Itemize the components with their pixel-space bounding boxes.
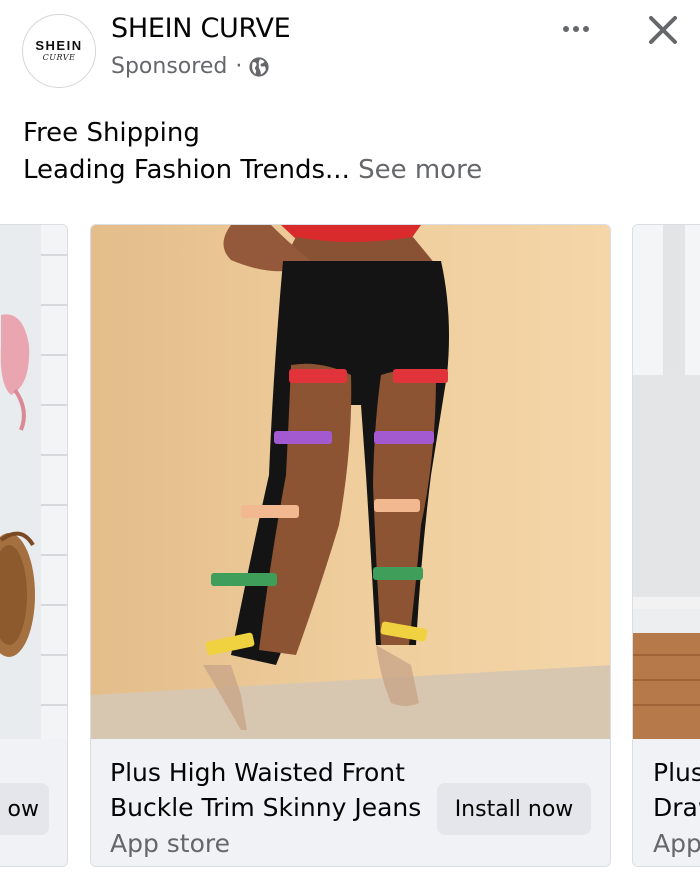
install-now-button[interactable]: Install now <box>437 783 591 835</box>
page-avatar[interactable]: SHEIN CURVE <box>22 14 96 88</box>
more-dot <box>583 26 589 32</box>
product-title-line-1[interactable]: Plus High Waisted Front <box>110 758 405 787</box>
store-label: App store <box>110 829 231 858</box>
product-photo-jeans <box>91 225 610 739</box>
more-options-icon[interactable] <box>556 14 596 44</box>
sponsored-label: Sponsored <box>111 54 228 79</box>
sponsored-line: Sponsored · <box>111 54 270 79</box>
avatar-sub-text: CURVE <box>42 53 76 62</box>
separator-dot: · <box>235 54 243 79</box>
carousel-card-right[interactable]: Plus Draw App <box>632 224 700 867</box>
ad-body-text: Free Shipping Leading Fashion Trends... … <box>23 115 482 189</box>
ad-text-line-2-content: Leading Fashion Trends... <box>23 155 350 185</box>
product-title-line-2[interactable]: Buckle Trim Skinny Jeans <box>110 793 421 822</box>
ad-text-line-2: Leading Fashion Trends... See more <box>23 152 482 189</box>
right-store-label: App <box>653 829 700 858</box>
right-title-line-2[interactable]: Draw <box>653 793 700 822</box>
product-photo-right <box>633 225 700 739</box>
product-photo-left <box>0 225 67 739</box>
product-image-right[interactable] <box>633 225 700 739</box>
install-button-left[interactable]: ow <box>0 783 49 835</box>
page-name[interactable]: SHEIN CURVE <box>111 13 291 44</box>
more-dot <box>563 26 569 32</box>
right-title-line-1[interactable]: Plus <box>653 758 700 787</box>
avatar-brand-text: SHEIN <box>35 38 83 53</box>
close-icon[interactable] <box>644 12 682 48</box>
product-image-main[interactable] <box>91 225 610 739</box>
product-image-left[interactable] <box>0 225 67 739</box>
see-more-link[interactable]: See more <box>358 155 482 185</box>
carousel-card-main[interactable]: Plus High Waisted Front Buckle Trim Skin… <box>90 224 611 867</box>
globe-icon <box>249 56 269 77</box>
more-dot <box>573 26 579 32</box>
carousel-card-left[interactable]: ow <box>0 224 68 867</box>
ad-text-line-1: Free Shipping <box>23 118 200 148</box>
